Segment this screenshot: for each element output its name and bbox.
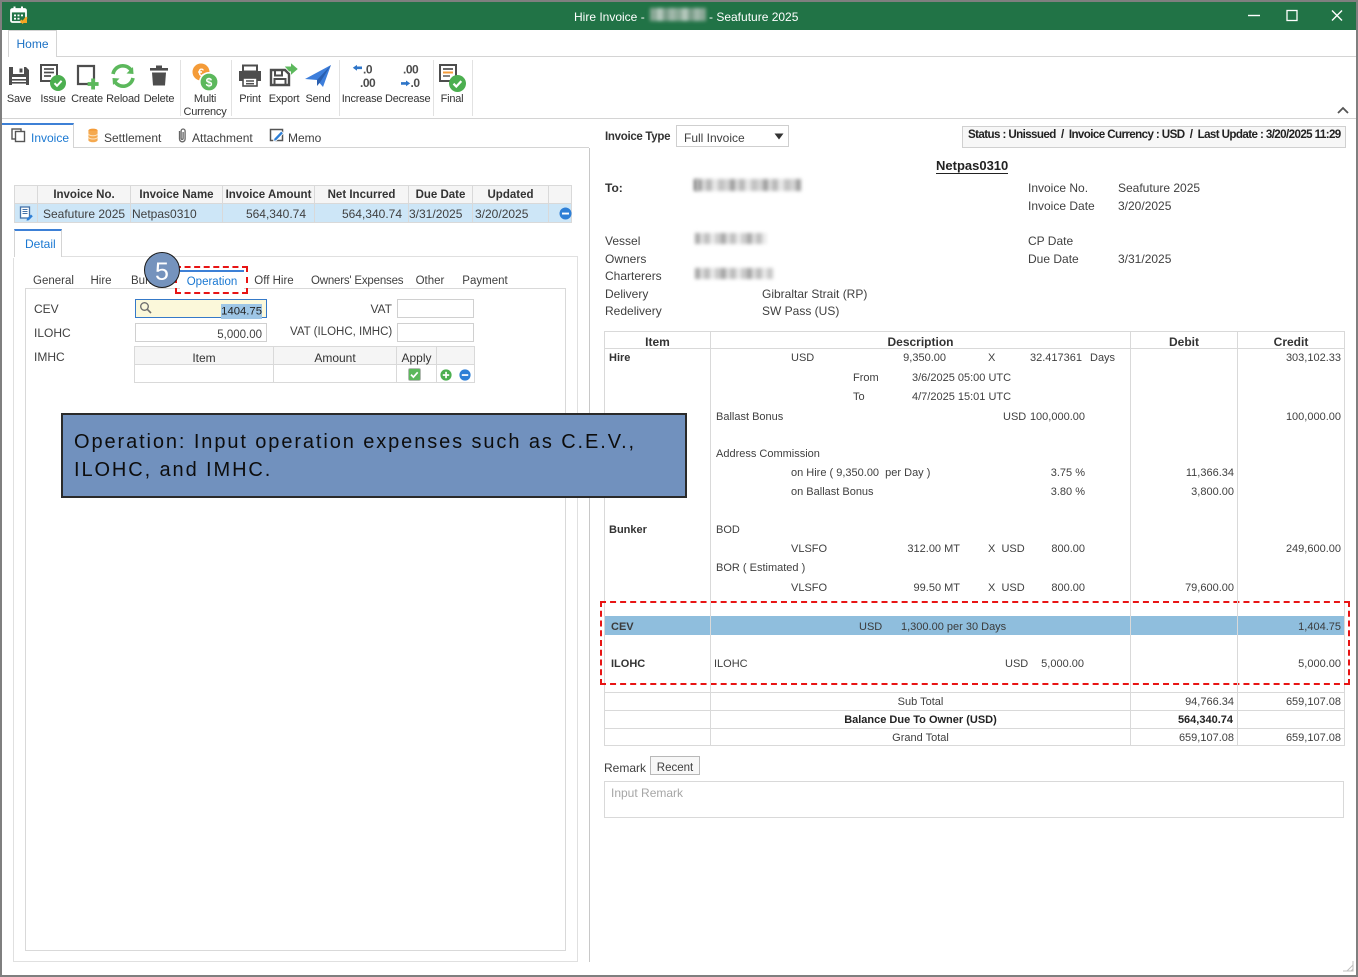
svg-text:.00: .00 [360,76,376,90]
svg-text:.0: .0 [411,76,421,90]
svg-text:.00: .00 [403,63,419,77]
svg-text:.0: .0 [363,63,373,77]
svg-text:$: $ [206,76,213,90]
